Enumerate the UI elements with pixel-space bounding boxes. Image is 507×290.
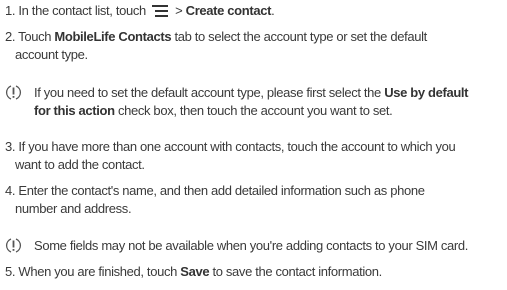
step-1-post: . <box>271 3 275 18</box>
step-1-bold: Create contact <box>185 3 272 18</box>
step-3-line2: want to add the contact. <box>15 157 145 172</box>
note-1: If you need to set the default account t… <box>34 85 469 101</box>
step-2: 2. Touch MobileLife Contacts tab to sele… <box>5 29 427 45</box>
note-1-pre: If you need to set the default account t… <box>34 85 385 100</box>
step-4-line2: number and address. <box>15 201 132 216</box>
step-5-post: to save the contact information. <box>209 264 382 279</box>
step-4-line1: 4. Enter the contact's name, and then ad… <box>5 183 425 198</box>
note-1-bold1: Use by default <box>384 85 469 100</box>
step-1-text: 1. In the contact list, touch <box>5 3 146 18</box>
note-1-bold2: for this action <box>34 103 115 118</box>
step-2-bold: MobileLife Contacts <box>54 29 172 44</box>
note-1-line2: for this action check box, then touch th… <box>34 103 393 119</box>
step-2-post: tab to select the account type or set th… <box>171 29 427 44</box>
step-5: 5. When you are finished, touch Save to … <box>5 264 382 280</box>
note-icon <box>5 238 22 253</box>
step-3-line1: 3. If you have more than one account wit… <box>5 139 456 154</box>
step-5-pre: 5. When you are finished, touch <box>5 264 181 279</box>
step-2-line2: account type. <box>15 47 88 62</box>
note-1-post: check box, then touch the account you wa… <box>114 103 393 118</box>
step-1: 1. In the contact list, touch > Create c… <box>5 3 275 19</box>
step-1-sep: > <box>171 3 186 18</box>
note-icon <box>5 85 22 100</box>
instruction-page: 1. In the contact list, touch > Create c… <box>0 0 507 290</box>
step-2-pre: 2. Touch <box>5 29 55 44</box>
menu-icon <box>151 5 168 17</box>
step-5-bold: Save <box>180 264 210 279</box>
note-2: Some fields may not be available when yo… <box>34 238 469 253</box>
